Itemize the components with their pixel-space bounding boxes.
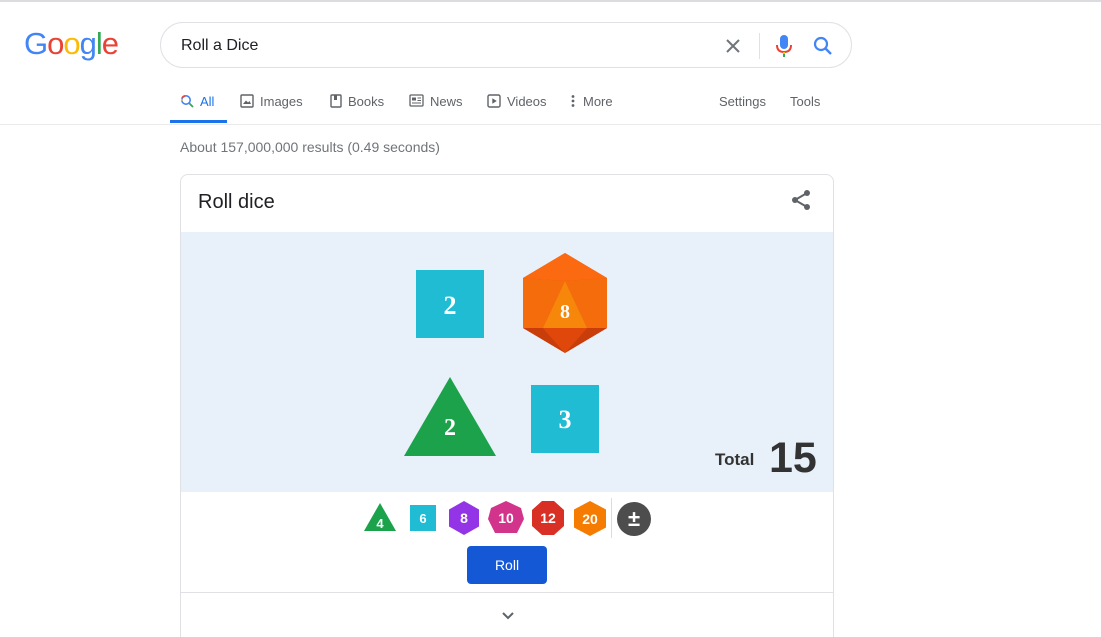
active-tab-indicator bbox=[170, 120, 227, 123]
die-type-label: 10 bbox=[498, 510, 514, 526]
add-d12-button[interactable]: 12 bbox=[531, 500, 565, 536]
die-value: 2 bbox=[444, 415, 456, 441]
google-logo[interactable]: Google bbox=[24, 26, 119, 62]
dice-picker: 4 6 8 10 12 20 ± Roll bbox=[181, 492, 833, 592]
die-type-label: 20 bbox=[582, 511, 598, 527]
expand-button[interactable] bbox=[497, 605, 519, 627]
settings-link[interactable]: Settings bbox=[719, 94, 766, 109]
microphone-icon bbox=[776, 35, 792, 57]
logo-letter: G bbox=[24, 26, 48, 61]
tab-news[interactable]: News bbox=[409, 84, 463, 124]
dice-tray[interactable]: 2 8 2 3 Total 15 bbox=[181, 232, 833, 492]
search-button[interactable] bbox=[811, 34, 835, 58]
play-icon bbox=[487, 94, 501, 108]
add-d10-button[interactable]: 10 bbox=[487, 500, 525, 536]
tab-label: Images bbox=[260, 94, 303, 109]
tab-label: All bbox=[200, 94, 215, 109]
card-footer-divider bbox=[181, 592, 833, 593]
search-divider bbox=[759, 33, 760, 59]
logo-letter: o bbox=[63, 26, 80, 61]
add-d8-button[interactable]: 8 bbox=[448, 500, 480, 536]
search-box bbox=[160, 22, 852, 68]
roll-button[interactable]: Roll bbox=[467, 546, 547, 584]
die-type-label: 4 bbox=[376, 516, 384, 531]
add-d4-button[interactable]: 4 bbox=[363, 502, 397, 532]
tab-videos[interactable]: Videos bbox=[487, 84, 547, 124]
picker-divider bbox=[611, 498, 612, 538]
tabs-divider bbox=[0, 124, 1101, 125]
voice-search-button[interactable] bbox=[772, 33, 796, 59]
add-d20-button[interactable]: 20 bbox=[573, 500, 607, 537]
share-icon bbox=[792, 190, 810, 210]
tab-label: News bbox=[430, 94, 463, 109]
tab-all[interactable]: All bbox=[180, 84, 214, 124]
die-d4[interactable]: 2 bbox=[404, 377, 496, 457]
image-icon bbox=[240, 94, 254, 108]
search-icon bbox=[813, 36, 832, 55]
die-type-label: 12 bbox=[540, 510, 556, 526]
card-title: Roll dice bbox=[198, 191, 275, 213]
news-icon bbox=[409, 94, 424, 107]
share-button[interactable] bbox=[789, 188, 813, 212]
add-d6-button[interactable]: 6 bbox=[410, 505, 436, 531]
tab-label: More bbox=[583, 94, 613, 109]
tab-label: Videos bbox=[507, 94, 547, 109]
die-type-label: 8 bbox=[460, 510, 468, 526]
dice-roller-card: Roll dice 2 8 2 3 Total 15 4 6 8 10 12 2… bbox=[180, 174, 834, 637]
die-d6[interactable]: 3 bbox=[531, 385, 599, 453]
logo-letter: g bbox=[79, 26, 97, 61]
clear-search-button[interactable] bbox=[721, 34, 745, 58]
die-value: 2 bbox=[444, 291, 457, 320]
die-value: 8 bbox=[560, 301, 570, 323]
result-stats: About 157,000,000 results (0.49 seconds) bbox=[180, 139, 440, 155]
die-d6[interactable]: 2 bbox=[416, 270, 484, 338]
tools-link[interactable]: Tools bbox=[790, 94, 820, 109]
search-input[interactable] bbox=[181, 34, 701, 58]
modifier-icon: ± bbox=[628, 506, 640, 531]
close-icon bbox=[726, 39, 740, 53]
more-vert-icon bbox=[571, 95, 575, 107]
total-value: 15 bbox=[769, 434, 817, 482]
logo-letter: e bbox=[101, 26, 119, 61]
book-icon bbox=[330, 94, 342, 108]
tab-images[interactable]: Images bbox=[240, 84, 303, 124]
add-modifier-button[interactable]: ± bbox=[616, 501, 652, 537]
tab-books[interactable]: Books bbox=[330, 84, 384, 124]
search-icon bbox=[180, 95, 194, 108]
total-label: Total bbox=[715, 450, 755, 469]
tab-more[interactable]: More bbox=[570, 84, 613, 124]
logo-letter: o bbox=[47, 26, 64, 61]
tab-label: Books bbox=[348, 94, 385, 109]
top-border bbox=[0, 0, 1101, 2]
die-d20[interactable]: 8 bbox=[521, 253, 609, 354]
die-type-label: 6 bbox=[419, 511, 426, 526]
die-value: 3 bbox=[559, 405, 572, 434]
chevron-down-icon bbox=[502, 612, 514, 620]
